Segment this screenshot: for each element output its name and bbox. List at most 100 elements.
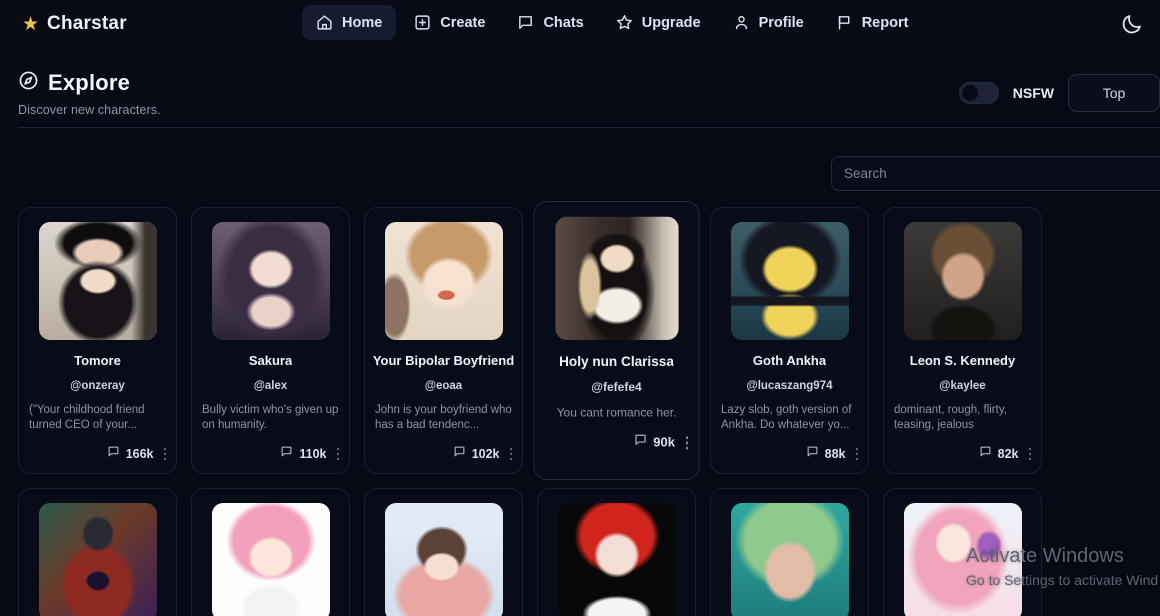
chat-bubble-icon (517, 14, 534, 31)
header-controls: NSFW Top (958, 74, 1160, 112)
character-card[interactable] (18, 487, 177, 616)
character-card[interactable] (191, 487, 350, 616)
character-thumbnail[interactable] (38, 222, 157, 340)
character-card[interactable]: Tomore @onzeray ("Your childhood friend tu… (18, 207, 177, 474)
chat-count: 110k (299, 446, 327, 461)
nav-item-profile[interactable]: Profile (719, 5, 818, 40)
chat-count: 166k (125, 446, 154, 461)
character-name: Tomore (74, 354, 121, 368)
character-thumbnail[interactable] (384, 502, 503, 616)
character-name: Leon S. Kennedy (909, 354, 1016, 368)
card-footer: 90k (545, 433, 689, 452)
character-card[interactable] (883, 487, 1042, 616)
nav-item-upgrade[interactable]: Upgrade (602, 5, 715, 40)
brand-logo[interactable]: ★ Charstar (22, 13, 127, 35)
character-thumbnail[interactable] (903, 222, 1022, 340)
moon-icon[interactable] (1120, 12, 1144, 36)
more-vertical-icon[interactable] (685, 436, 689, 450)
card-footer: 110k (202, 445, 339, 463)
character-thumbnail[interactable] (554, 216, 679, 340)
character-description: ("Your childhood friend turned CEO of yo… (29, 403, 145, 432)
page-header: Explore Discover new characters. NSFW To… (0, 48, 1160, 128)
nav-item-report[interactable]: Report (822, 5, 923, 40)
brand-name: Charstar (47, 13, 127, 34)
card-footer: 82k (894, 445, 1031, 463)
character-name: Holy nun Clarissa (559, 354, 674, 370)
character-description: Lazy slob, goth version of Ankha. Do wha… (721, 403, 852, 432)
chat-bubble-icon (979, 445, 992, 463)
chat-count: 88k (824, 446, 846, 461)
chat-bubble-icon (453, 445, 466, 463)
search-box (831, 156, 1160, 191)
more-vertical-icon[interactable] (163, 447, 166, 460)
character-card[interactable]: Leon S. Kennedy @kaylee dominant, rough, f… (883, 207, 1042, 474)
character-card[interactable] (710, 487, 869, 616)
more-vertical-icon[interactable] (336, 447, 339, 460)
character-card[interactable]: Goth Ankha @lucaszang974 Lazy slob, goth v… (710, 207, 869, 474)
sort-dropdown[interactable]: Top (1068, 74, 1160, 112)
chat-bubble-icon (280, 445, 293, 463)
chat-count: 102k (471, 446, 500, 461)
search-input[interactable] (832, 157, 1160, 190)
home-icon (316, 14, 333, 31)
nav-item-upgrade-label: Upgrade (641, 14, 701, 31)
chat-count: 90k (653, 435, 676, 451)
nav-item-create-label: Create (440, 14, 486, 31)
character-handle: @fefefe4 (591, 381, 642, 395)
chat-bubble-icon (107, 445, 120, 463)
card-footer: 166k (29, 445, 166, 463)
character-card[interactable]: Sakura @alex Bully victim who's given up o… (191, 207, 350, 474)
person-icon (733, 14, 750, 31)
more-vertical-icon[interactable] (1028, 447, 1031, 460)
character-card[interactable] (364, 487, 523, 616)
character-card[interactable] (537, 487, 696, 616)
nav-item-chats[interactable]: Chats (503, 5, 597, 40)
more-vertical-icon[interactable] (509, 447, 512, 460)
flag-icon (836, 14, 853, 31)
character-description: John is your boyfriend who has a bad ten… (375, 403, 512, 432)
page-title: Explore (48, 70, 131, 95)
character-thumbnail[interactable] (730, 502, 849, 616)
character-thumbnail[interactable] (903, 502, 1022, 616)
primary-nav-items: Home Create Chats Upgrade Profile Report (302, 5, 922, 40)
character-thumbnail[interactable] (384, 222, 503, 340)
nav-item-chats-label: Chats (543, 14, 584, 31)
character-handle: @onzeray (70, 379, 125, 392)
header-divider (18, 127, 1160, 128)
top-navigation-bar: ★ Charstar Home Create Chats Upgrade Pro… (0, 0, 1160, 48)
nav-item-home-label: Home (342, 14, 383, 31)
nsfw-label: NSFW (1012, 85, 1054, 101)
nav-item-report-label: Report (861, 14, 909, 31)
more-vertical-icon[interactable] (855, 447, 858, 460)
nsfw-toggle-knob (961, 85, 978, 101)
compass-icon (18, 70, 39, 96)
character-description: Bully victim who's given up on humanity. (202, 403, 339, 432)
chat-bubble-icon (806, 445, 819, 463)
nav-item-profile-label: Profile (758, 14, 804, 31)
star-icon: ★ (22, 13, 40, 35)
character-handle: @alex (253, 379, 288, 392)
character-card-grid: Tomore @onzeray ("Your childhood friend tu… (18, 200, 1160, 616)
character-thumbnail[interactable] (211, 502, 330, 616)
character-description: You cant romance her. (556, 406, 677, 420)
character-handle: @eoaa (424, 379, 463, 392)
character-card[interactable]: Holy nun Clarissa @fefefe4 You cant romanc… (533, 200, 700, 480)
character-card[interactable]: Your Bipolar Boyfriend @eoaa John is your … (364, 207, 523, 474)
star-outline-icon (616, 14, 633, 31)
card-footer: 102k (375, 445, 512, 463)
character-description: dominant, rough, flirty, teasing, jealou… (894, 403, 1007, 432)
nsfw-toggle[interactable] (958, 82, 999, 104)
character-handle: @lucaszang974 (746, 379, 833, 392)
character-thumbnail[interactable] (557, 502, 676, 616)
nav-item-home[interactable]: Home (302, 5, 397, 40)
character-thumbnail[interactable] (211, 222, 330, 340)
nav-item-create[interactable]: Create (400, 5, 499, 40)
plus-square-icon (414, 14, 431, 31)
character-name: Sakura (248, 354, 293, 368)
character-name: Your Bipolar Boyfriend (372, 354, 515, 368)
chat-bubble-icon (633, 433, 647, 452)
character-thumbnail[interactable] (730, 222, 849, 340)
character-thumbnail[interactable] (38, 502, 157, 616)
chat-count: 82k (997, 446, 1019, 461)
character-name: Goth Ankha (752, 354, 827, 368)
